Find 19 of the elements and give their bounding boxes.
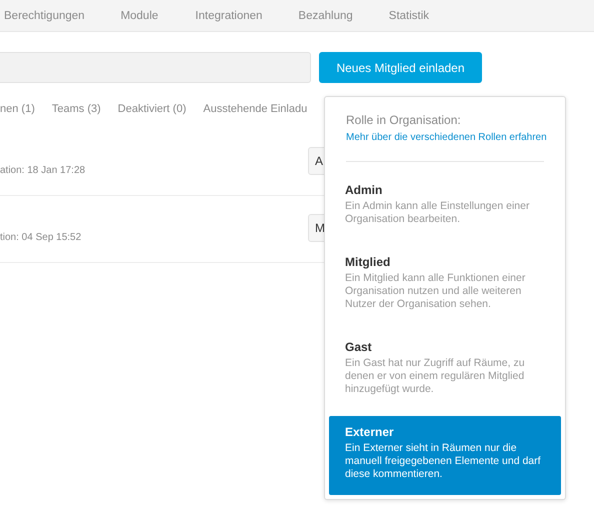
role-option[interactable]: Admin Ein Admin kann alle Einstellungen einer Organisation bearbeiten. xyxy=(329,174,561,240)
role-option[interactable]: Gast Ein Gast hat nur Zugriff auf Räume, zu denen er von einem regulären Mitglied hinzugefügt wurde. xyxy=(329,331,561,410)
filter-tab[interactable]: Deaktiviert (0) xyxy=(118,103,186,121)
filter-tab[interactable]: Teams (3) xyxy=(52,103,101,121)
filter-tab[interactable]: Ausstehende Einladu xyxy=(203,103,308,121)
filter-tab[interactable]: nen (1) xyxy=(0,103,35,121)
role-option[interactable]: Mitglied Ein Mitglied kann alle Funktionen einer Organisation nutzen und alle weiteren Nutzer der Organisation sehen. xyxy=(329,246,561,325)
menu-heading: Rolle in Organisation: xyxy=(346,113,462,127)
nav-tab[interactable]: Bezahlung xyxy=(298,10,353,22)
nav-tab[interactable]: Integrationen xyxy=(195,10,262,22)
roles-info-link[interactable]: Mehr über die verschiedenen Rollen erfahren xyxy=(346,132,547,143)
role-option[interactable]: Externer Ein Externer sieht in Räumen nur die manuell freigegebenen Elemente und darf diese kommentieren. xyxy=(329,416,561,495)
member-date: ation: 18 Jan 17:28 xyxy=(0,165,86,176)
nav-tab[interactable]: Module xyxy=(120,10,158,22)
nav-tab[interactable]: Berechtigungen xyxy=(4,10,85,22)
invite-member-button[interactable]: Neues Mitglied einladen xyxy=(319,52,482,83)
nav-tab[interactable]: Statistik xyxy=(388,10,430,22)
member-date: tion: 04 Sep 15:52 xyxy=(0,232,82,243)
search-field[interactable] xyxy=(0,52,311,83)
